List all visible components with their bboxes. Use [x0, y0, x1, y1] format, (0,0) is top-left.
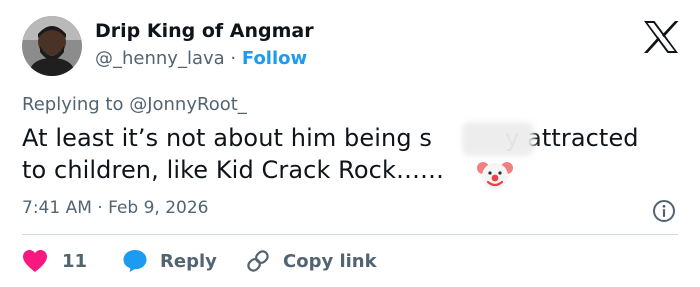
replying-to: Replying to @JonnyRoot_	[22, 94, 247, 115]
tweet-text-line-1: At least it’s not about him being sy att…	[22, 124, 639, 152]
link-icon	[247, 250, 269, 272]
like-count: 11	[62, 250, 88, 272]
info-icon[interactable]	[652, 199, 676, 223]
handle-separator: ·	[230, 48, 237, 69]
replying-to-prefix: Replying to	[22, 94, 130, 115]
actions-divider	[22, 234, 678, 235]
follow-button[interactable]: Follow	[242, 48, 307, 69]
tweet-timestamp[interactable]: 7:41 AM · Feb 9, 2026	[22, 198, 209, 218]
tweet-text-line-2: to children, like Kid Crack Rock……	[22, 156, 445, 184]
reply-mention-link[interactable]: @JonnyRoot_	[129, 94, 247, 115]
speech-bubble-icon	[123, 250, 147, 272]
tweet-time: 7:41 AM	[22, 198, 92, 218]
reply-label: Reply	[160, 250, 217, 272]
heart-icon	[23, 250, 47, 272]
tweet-date: Feb 9, 2026	[108, 198, 209, 218]
x-logo-icon[interactable]	[642, 20, 680, 54]
avatar[interactable]	[22, 16, 82, 76]
copy-link-label: Copy link	[283, 250, 377, 272]
reply-button[interactable]: Reply	[122, 248, 217, 274]
author-handle[interactable]: @_henny_lava	[95, 48, 225, 69]
copy-link-button[interactable]: Copy link	[245, 248, 377, 274]
timestamp-separator: ·	[97, 198, 103, 218]
author-display-name[interactable]: Drip King of Angmar	[95, 20, 314, 42]
like-button[interactable]: 11	[22, 248, 87, 274]
author-handle-row: @_henny_lava · Follow	[95, 48, 307, 69]
avatar-image	[22, 16, 82, 76]
tweet-text-before-blur: At least it’s not about him being s	[22, 124, 432, 152]
censor-blur	[462, 122, 534, 156]
clown-face-emoji	[477, 162, 513, 189]
